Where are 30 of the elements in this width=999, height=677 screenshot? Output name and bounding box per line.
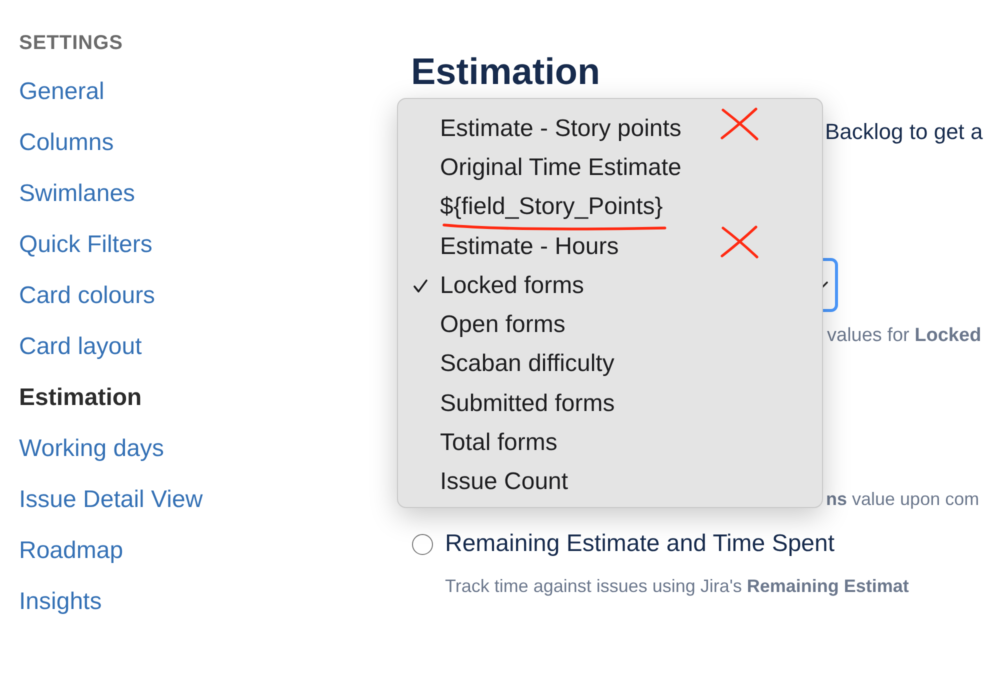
sidebar-item[interactable]: Card layout — [19, 321, 142, 372]
sidebar-item[interactable]: Estimation — [19, 372, 142, 423]
checkmark-icon — [413, 278, 428, 293]
sidebar-item[interactable]: Swimlanes — [19, 168, 136, 219]
menu-item[interactable]: ${field_Story_Points} — [398, 188, 822, 227]
sidebar-item[interactable]: Columns — [19, 117, 114, 168]
radio-button[interactable] — [412, 534, 433, 554]
sidebar-item[interactable]: General — [19, 66, 104, 117]
intro-text: Backlog to get a — [825, 119, 983, 144]
menu-item[interactable]: Estimate - Story points — [398, 109, 822, 148]
page-title: Estimation — [411, 50, 600, 94]
menu-item[interactable]: Total forms — [398, 423, 822, 463]
menu-item[interactable]: Locked forms — [398, 266, 822, 306]
sidebar-item[interactable]: Quick Filters — [19, 219, 152, 270]
menu-item[interactable]: Issue Count — [398, 462, 822, 502]
menu-item[interactable]: Scaban difficulty — [398, 344, 822, 384]
radio-label[interactable]: Remaining Estimate and Time Spent — [445, 529, 835, 559]
sidebar-item[interactable]: Roadmap — [19, 525, 124, 576]
hint-text: ns value upon com — [826, 489, 980, 509]
sidebar-heading: SETTINGS — [19, 31, 124, 55]
radio-description: Track time against issues using Jira's Remaining Estimat — [445, 576, 909, 596]
hint-text: values for Locked — [827, 325, 982, 346]
sidebar-item[interactable]: Working days — [19, 423, 164, 474]
menu-item[interactable]: Open forms — [398, 305, 822, 345]
sidebar-item[interactable]: Card colours — [19, 270, 156, 321]
menu-item[interactable]: Submitted forms — [398, 384, 822, 424]
menu-item[interactable]: Estimate - Hours — [398, 226, 822, 266]
menu-item[interactable]: Original Time Estimate — [398, 148, 822, 188]
sidebar-item[interactable]: Insights — [19, 576, 102, 627]
sidebar-item[interactable]: Issue Detail View — [19, 474, 203, 525]
